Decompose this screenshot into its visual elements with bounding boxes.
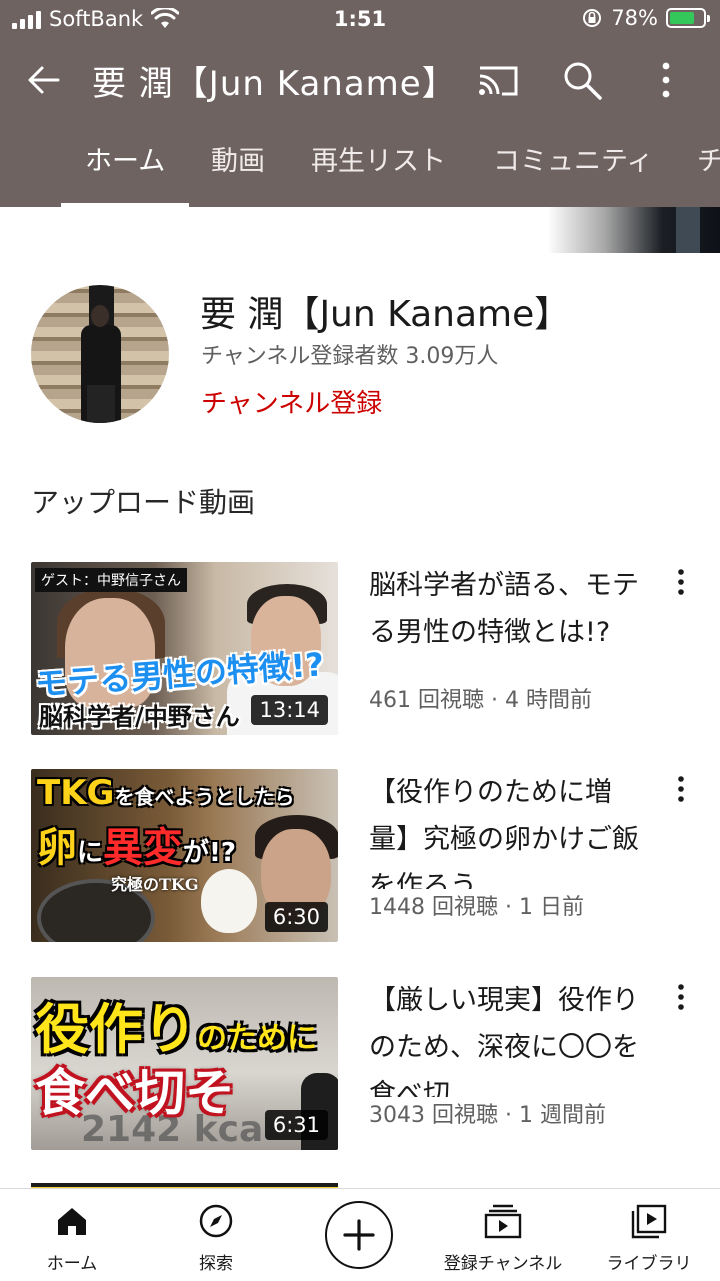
arrow-left-icon[interactable] xyxy=(24,60,64,100)
search-icon[interactable] xyxy=(560,58,604,102)
status-right: 78% xyxy=(581,6,710,30)
channel-name: 要 潤【Jun Kaname】 xyxy=(200,294,571,335)
compass-icon xyxy=(199,1204,233,1238)
video-item[interactable]: TKGを食べようとしたら 卵に異変が!? 究極のTKG 6:30 【役作りのため… xyxy=(0,769,720,944)
status-bar: SoftBank 1:51 78% xyxy=(0,0,720,40)
battery-percent: 78% xyxy=(611,6,658,30)
thumbnail-text: 卵に異変が!? xyxy=(37,825,236,871)
video-thumbnail[interactable]: TKGを食べようとしたら 卵に異変が!? 究極のTKG 6:30 xyxy=(31,769,338,942)
video-thumbnail[interactable]: ゲスト：中野信子さん モテる男性の特徴!? 脳科学者/中野さん 13:14 xyxy=(31,562,338,735)
tab-channels[interactable]: チ xyxy=(697,120,720,207)
video-meta: 3043 回視聴 · 1 週間前 xyxy=(369,1097,610,1129)
section-title: アップロード動画 xyxy=(31,486,256,519)
nav-label: 登録チャンネル xyxy=(443,1254,563,1274)
channel-banner xyxy=(0,207,720,253)
nav-label: 探索 xyxy=(199,1254,233,1274)
more-vertical-icon[interactable] xyxy=(666,979,696,1019)
battery-icon xyxy=(666,8,710,28)
video-item[interactable]: 2142 kca 役作りのために 食べ切そ 6:31 【厳しい現実】役作りのため… xyxy=(0,977,720,1152)
app-bar: 要 潤【Jun Kaname】 xyxy=(0,40,720,120)
thumbnail-text: 究極のTKG xyxy=(111,875,199,894)
nav-label: ホーム xyxy=(46,1254,98,1274)
channel-header: SoftBank 1:51 78% 要 潤【Jun Kaname】 ホーム 動画… xyxy=(0,0,720,207)
tab-playlists[interactable]: 再生リスト xyxy=(311,120,446,207)
video-duration: 6:31 xyxy=(264,1110,328,1140)
video-meta: 461 回視聴 · 4 時間前 xyxy=(369,682,596,714)
cast-icon[interactable] xyxy=(476,58,520,102)
video-duration: 6:30 xyxy=(264,902,328,932)
subscriptions-icon xyxy=(484,1204,522,1239)
nav-explore[interactable]: 探索 xyxy=(166,1189,266,1281)
battery-fill xyxy=(670,12,695,24)
channel-avatar[interactable] xyxy=(31,285,169,423)
video-thumbnail[interactable]: 2142 kca 役作りのために 食べ切そ 6:31 xyxy=(31,977,338,1150)
thumbnail-text: 食べ切そ xyxy=(35,1064,235,1122)
bottom-nav: ホーム 探索 登録チャンネル ライブラリ xyxy=(0,1188,720,1281)
more-vertical-icon[interactable] xyxy=(666,771,696,811)
nav-library[interactable]: ライブラリ xyxy=(596,1189,702,1281)
tab-community[interactable]: コミュニティ xyxy=(493,120,653,207)
tab-videos[interactable]: 動画 xyxy=(211,120,265,207)
subscribe-button[interactable]: チャンネル登録 xyxy=(201,383,382,420)
nav-label: ライブラリ xyxy=(606,1254,692,1274)
nav-home[interactable]: ホーム xyxy=(22,1189,122,1281)
video-meta: 1448 回視聴 · 1 日前 xyxy=(369,889,588,921)
video-duration: 13:14 xyxy=(251,695,328,725)
more-vertical-icon[interactable] xyxy=(666,564,696,604)
channel-tabs: ホーム 動画 再生リスト コミュニティ チ xyxy=(0,120,720,207)
orientation-lock-icon xyxy=(583,9,602,27)
subscriber-count: チャンネル登録者数 3.09万人 xyxy=(201,344,499,369)
home-icon xyxy=(58,1208,86,1235)
tab-home[interactable]: ホーム xyxy=(60,120,190,207)
nav-subscriptions[interactable]: 登録チャンネル xyxy=(432,1189,574,1281)
thumbnail-text: ゲスト：中野信子さん xyxy=(35,568,187,592)
banner-image xyxy=(676,207,700,253)
more-vertical-icon[interactable] xyxy=(646,58,686,102)
video-item[interactable]: ゲスト：中野信子さん モテる男性の特徴!? 脳科学者/中野さん 13:14 脳科… xyxy=(0,562,720,737)
library-icon xyxy=(631,1204,667,1239)
thumbnail-text: TKGを食べようとしたら xyxy=(37,773,295,813)
plus-icon xyxy=(343,1219,375,1251)
create-button[interactable] xyxy=(325,1201,393,1269)
app-bar-title: 要 潤【Jun Kaname】 xyxy=(92,64,457,104)
